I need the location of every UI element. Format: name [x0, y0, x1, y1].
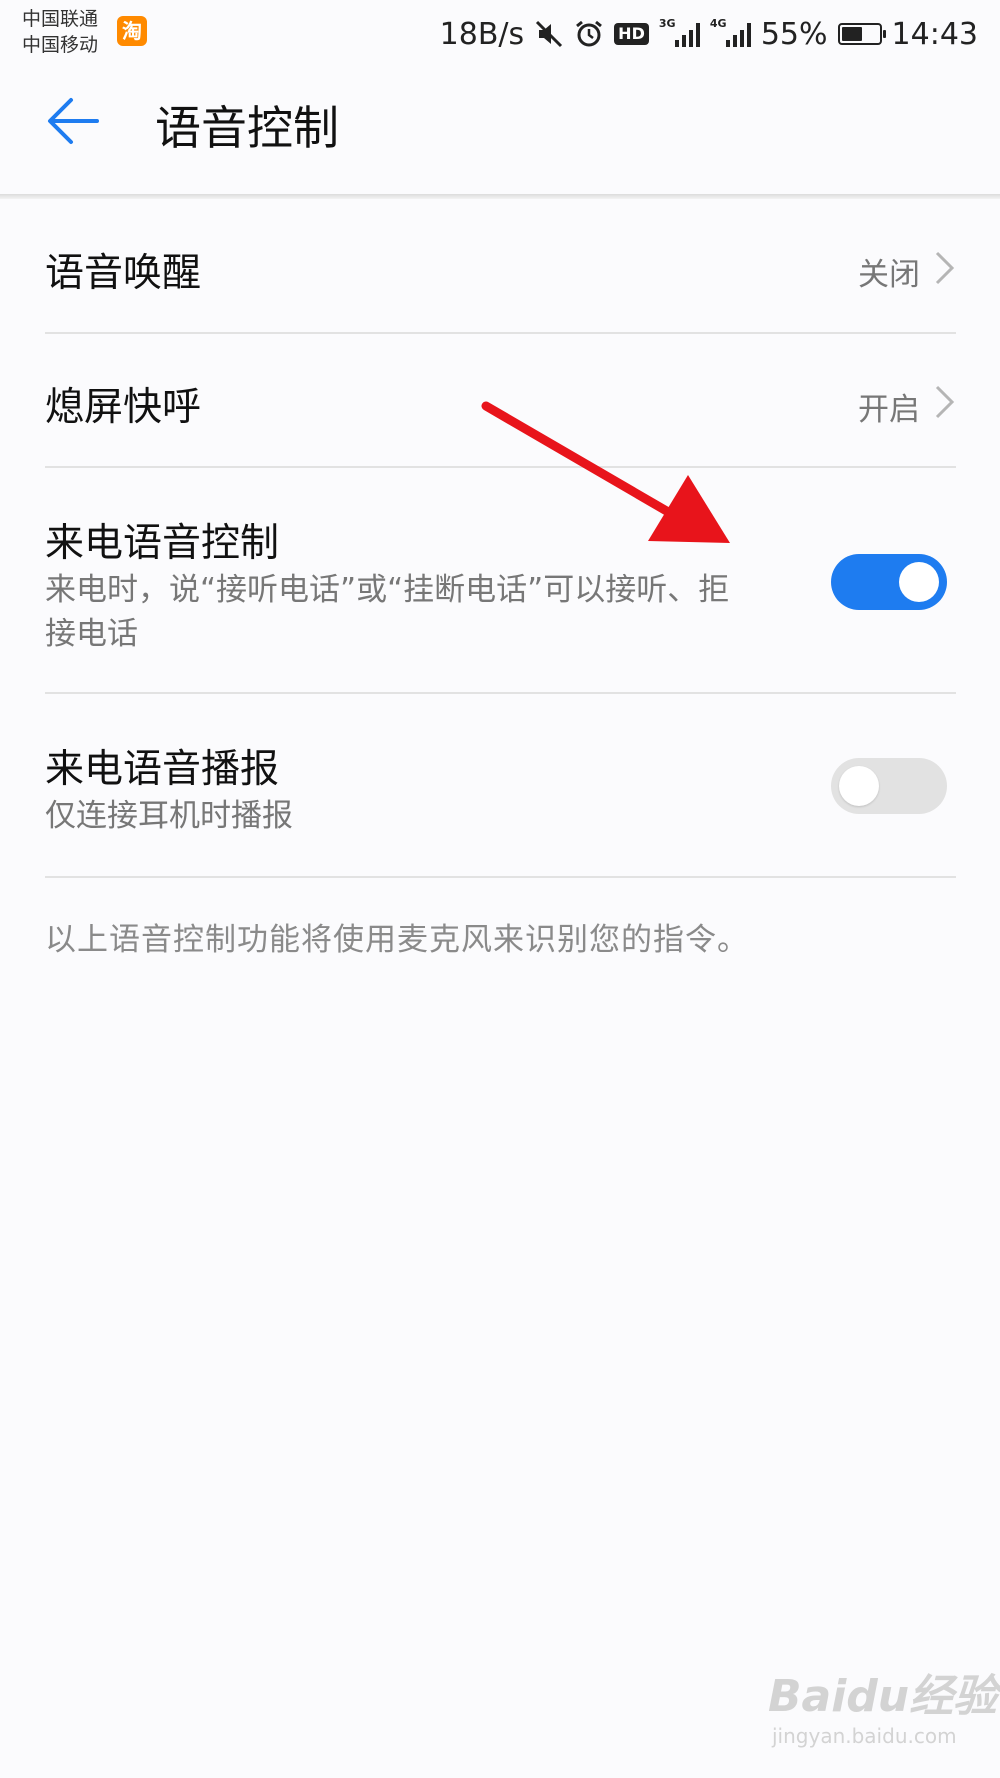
chevron-right-icon: [935, 251, 955, 285]
incoming-voice-control-toggle[interactable]: [831, 554, 947, 610]
signal-3g-icon: 3G: [659, 17, 700, 47]
back-arrow-icon[interactable]: [45, 96, 101, 146]
annotation-arrow-icon: [481, 401, 730, 543]
voice-wakeup-label: 语音唤醒: [45, 251, 202, 296]
voice-wakeup-value: 关闭: [858, 257, 920, 293]
chevron-right-icon: [935, 385, 955, 419]
watermark-url: jingyan.baidu.com: [772, 1724, 957, 1748]
incoming-voice-broadcast-description: 仅连接耳机时播报: [45, 798, 293, 834]
page-title: 语音控制: [155, 101, 339, 155]
signal-4g-icon: 4G: [710, 17, 751, 47]
divider: [45, 876, 956, 878]
mute-icon: [536, 20, 563, 48]
signal-1-label: 3G: [658, 17, 676, 30]
net-speed: 18B/s: [439, 16, 525, 52]
signal-2-label: 4G: [709, 17, 727, 30]
battery-percent: 55%: [760, 16, 828, 52]
alarm-icon: [576, 20, 603, 47]
toggle-knob: [899, 562, 939, 602]
screen-off-call-label: 熄屏快呼: [45, 385, 202, 430]
baidu-watermark: Baidu经验 jingyan.baidu.com: [768, 1660, 997, 1748]
header-divider: [0, 194, 1000, 199]
incoming-voice-control-description: 来电时，说“接听电话”或“挂断电话”可以接听、拒接电话: [45, 572, 730, 652]
screen-off-call-value: 开启: [858, 392, 920, 428]
taobao-icon: 淘: [117, 16, 147, 46]
divider: [45, 332, 956, 334]
status-bar-right: 18B/s HD 3G 4G 55% 14:43: [440, 12, 978, 56]
hd-icon: HD: [614, 23, 649, 45]
incoming-voice-broadcast-toggle[interactable]: [831, 758, 947, 814]
carrier-2: 中国移动: [22, 34, 99, 56]
watermark-brand: Baidu经验: [768, 1671, 998, 1722]
clock: 14:43: [891, 16, 978, 52]
footer-note: 以上语音控制功能将使用麦克风来识别您的指令。: [45, 922, 749, 958]
incoming-voice-broadcast-label: 来电语音播报: [45, 747, 280, 792]
toggle-knob: [839, 766, 879, 806]
incoming-voice-control-label: 来电语音控制: [45, 521, 280, 566]
battery-icon: [837, 23, 886, 45]
carrier-1: 中国联通: [22, 8, 99, 30]
divider: [45, 692, 956, 694]
